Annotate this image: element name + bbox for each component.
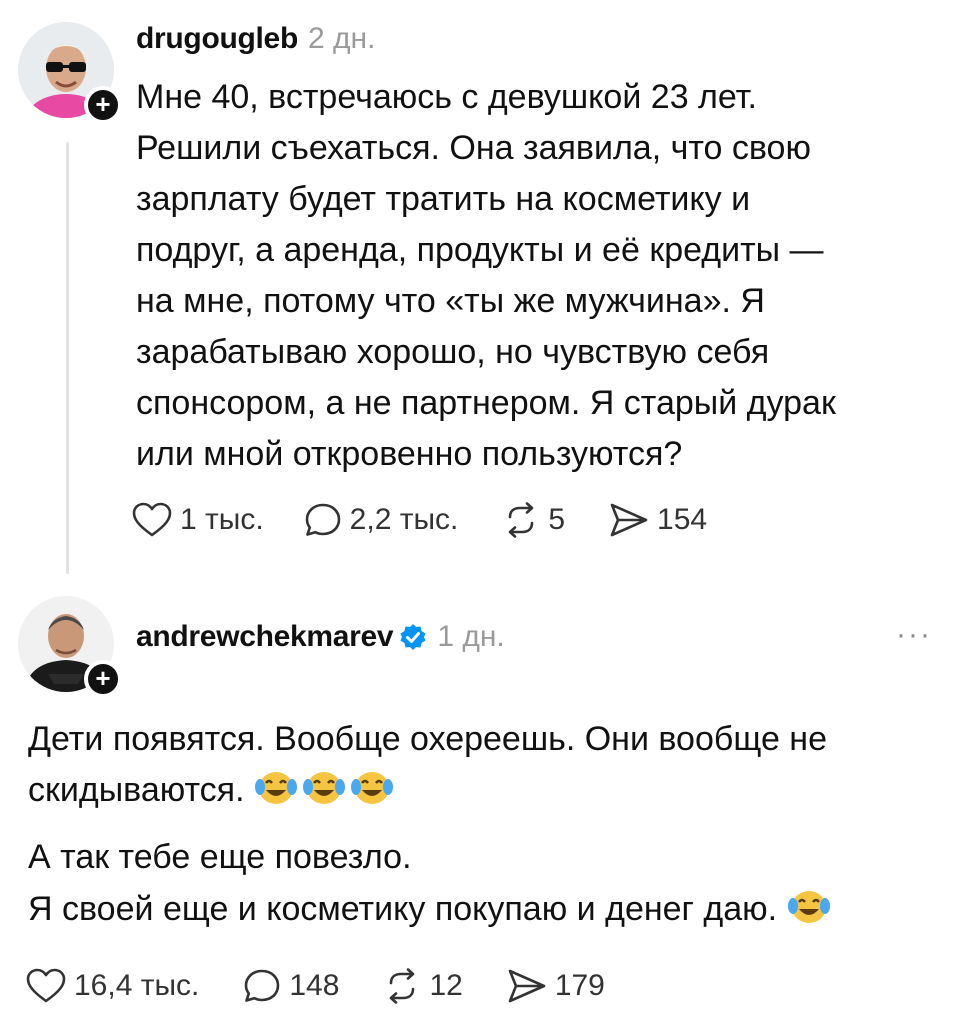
tears-of-joy-emoji (787, 890, 835, 928)
verified-badge-icon (400, 624, 426, 650)
heart-icon (132, 502, 172, 537)
thread-line (66, 142, 69, 574)
send-icon (508, 969, 546, 1003)
reply-count: 2,2 тыс. (349, 503, 459, 536)
repost-count: 12 (429, 969, 463, 1002)
repost-button[interactable]: 5 (502, 502, 565, 538)
like-count: 1 тыс. (180, 503, 264, 536)
repost-icon (509, 502, 534, 538)
like-button[interactable]: 1 тыс. (132, 502, 264, 538)
repost-icon (390, 968, 415, 1004)
post-text: Мне 40, встречаюсь с девушкой 23 лет. Ре… (136, 78, 836, 473)
more-options-button[interactable]: ··· (896, 618, 932, 652)
like-count: 16,4 тыс. (74, 969, 200, 1002)
post-actions: 16,4 тыс. 148 12 179 (26, 968, 649, 1004)
like-button[interactable]: 16,4 тыс. (26, 968, 199, 1004)
reply-button[interactable]: 2,2 тыс. (304, 502, 459, 538)
post-actions: 1 тыс. 2,2 тыс. 5 154 (132, 502, 751, 538)
comment-paragraph-1: Дети появятся. Вообще охереешь. Они вооб… (28, 714, 938, 816)
plus-icon[interactable]: + (84, 660, 122, 698)
repost-count: 5 (548, 503, 566, 536)
speech-bubble-icon (305, 503, 340, 536)
share-button[interactable]: 179 (507, 968, 605, 1004)
share-button[interactable]: 154 (609, 502, 707, 538)
author-avatar[interactable]: + (18, 22, 122, 124)
username[interactable]: andrewchekmarev (136, 620, 394, 654)
username[interactable]: drugougleb (136, 22, 298, 56)
thread-post-1: + drugougleb 2 дн. Мне 40, встречаюсь с … (0, 0, 960, 590)
share-count: 154 (657, 503, 708, 536)
plus-icon[interactable]: + (84, 86, 122, 124)
comment-paragraph-3: Я своей еще и косметику покупаю и денег … (28, 884, 948, 935)
timestamp: 2 дн. (307, 22, 376, 55)
thread-post-2: + andrewchekmarev 1 дн. ··· Дети появятс… (0, 590, 960, 1023)
comment-paragraph-2: А так тебе еще повезло. (28, 838, 412, 876)
comment-text-1: Дети появятся. Вообще охереешь. Они вооб… (28, 720, 827, 809)
comment-text-3: Я своей еще и косметику покупаю и денег … (28, 890, 778, 928)
reply-count: 148 (289, 969, 340, 1002)
reply-button[interactable]: 148 (243, 968, 339, 1004)
author-avatar[interactable]: + (18, 596, 122, 698)
speech-bubble-icon (245, 969, 280, 1002)
share-count: 179 (554, 969, 605, 1002)
post-header: andrewchekmarev 1 дн. (136, 620, 505, 654)
post-header: drugougleb 2 дн. (136, 22, 375, 56)
heart-icon (26, 968, 66, 1003)
repost-button[interactable]: 12 (383, 968, 463, 1004)
timestamp: 1 дн. (437, 620, 505, 653)
tears-of-joy-emoji (254, 771, 398, 809)
send-icon (610, 503, 648, 537)
